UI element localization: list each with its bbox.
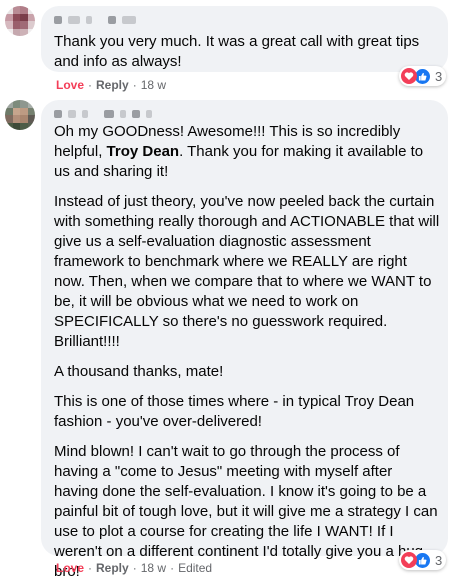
heart-icon	[401, 68, 417, 84]
love-button[interactable]: Love	[56, 561, 84, 575]
avatar[interactable]	[5, 100, 35, 130]
comment-paragraph: Oh my GOODness! Awesome!!! This is so in…	[54, 123, 424, 180]
comment-actions: Love · Reply · 18 w	[56, 78, 166, 92]
reaction-count: 3	[435, 68, 443, 84]
separator: ·	[88, 561, 93, 575]
separator: ·	[170, 561, 175, 575]
comment-text: Thank you very much. It was a great call…	[54, 32, 439, 72]
mentioned-user-link[interactable]: Troy Dean	[107, 143, 180, 160]
reaction-count: 3	[435, 552, 443, 568]
timestamp[interactable]: 18 w	[141, 561, 166, 575]
comment-bubble: Oh my GOODness! Awesome!!! This is so in…	[41, 100, 448, 580]
author-name[interactable]	[54, 14, 136, 26]
comment-bubble: Thank you very much. It was a great call…	[41, 6, 448, 72]
reply-button[interactable]: Reply	[96, 78, 129, 92]
comment-paragraph: A thousand thanks, mate!	[54, 363, 224, 380]
separator: ·	[132, 78, 137, 92]
timestamp[interactable]: 18 w	[141, 78, 166, 92]
edited-label[interactable]: Edited	[178, 561, 212, 575]
reply-button[interactable]: Reply	[96, 561, 129, 575]
comment-paragraph: This is one of those times where - in ty…	[54, 393, 415, 430]
reactions-summary[interactable]: 3	[399, 550, 447, 570]
reactions-summary[interactable]: 3	[399, 66, 447, 86]
separator: ·	[88, 78, 93, 92]
comment-paragraph: Instead of just theory, you've now peele…	[54, 193, 440, 350]
heart-icon	[401, 552, 417, 568]
comment-paragraph: Thank you very much. It was a great call…	[54, 33, 420, 70]
comment-actions: Love · Reply · 18 w · Edited	[56, 561, 212, 575]
comment-text: Oh my GOODness! Awesome!!! This is so in…	[54, 122, 440, 582]
avatar[interactable]	[5, 6, 35, 36]
love-button[interactable]: Love	[56, 78, 84, 92]
author-name[interactable]	[54, 108, 152, 120]
separator: ·	[132, 561, 137, 575]
